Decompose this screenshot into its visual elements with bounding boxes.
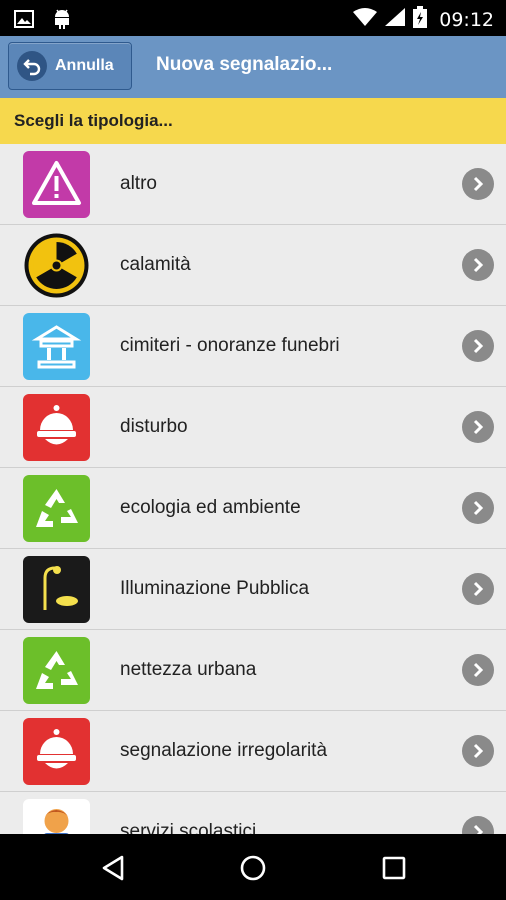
- list-item-label: calamità: [120, 254, 191, 275]
- list-item-label: segnalazione irregolarità: [120, 740, 328, 761]
- cancel-button[interactable]: Annulla: [8, 42, 132, 90]
- recycle-icon: [23, 475, 90, 542]
- list-item[interactable]: disturbo: [0, 387, 506, 468]
- recents-nav-icon[interactable]: [377, 851, 411, 885]
- street-lamp-icon: [23, 556, 90, 623]
- list-item[interactable]: nettezza urbana: [0, 630, 506, 711]
- list-item[interactable]: ecologia ed ambiente: [0, 468, 506, 549]
- battery-icon: [413, 6, 428, 33]
- warning-icon: [23, 151, 90, 218]
- section-header: Scegli la tipologia...: [0, 98, 506, 144]
- list-item-label: altro: [120, 173, 157, 194]
- chevron-right-icon: [462, 735, 494, 767]
- chevron-right-icon: [462, 816, 494, 834]
- page-title: Nuova segnalazio...: [156, 54, 333, 75]
- app-bar: Annulla Nuova segnalazio...: [0, 36, 506, 99]
- list-item-label: cimiteri - onoranze funebri: [120, 335, 340, 356]
- temple-icon: [23, 313, 90, 380]
- chevron-right-icon: [462, 492, 494, 524]
- recycle-icon: [23, 637, 90, 704]
- school-child-icon: [23, 799, 90, 834]
- navigation-bar: [0, 834, 506, 900]
- chevron-right-icon: [462, 573, 494, 605]
- home-nav-icon[interactable]: [236, 851, 270, 885]
- chevron-right-icon: [462, 411, 494, 443]
- list-item[interactable]: calamità: [0, 225, 506, 306]
- status-bar: 09:12: [0, 0, 506, 36]
- list-item[interactable]: altro: [0, 144, 506, 225]
- image-icon: [14, 10, 34, 33]
- undo-icon: [17, 51, 47, 81]
- police-helmet-icon: [23, 394, 90, 461]
- clock: 09:12: [439, 8, 494, 31]
- wifi-icon: [353, 8, 378, 31]
- list-item-label: disturbo: [120, 416, 188, 437]
- chevron-right-icon: [462, 168, 494, 200]
- cancel-button-label: Annulla: [55, 57, 114, 74]
- list-item-label: ecologia ed ambiente: [120, 497, 301, 518]
- list-item[interactable]: servizi scolastici: [0, 792, 506, 834]
- chevron-right-icon: [462, 249, 494, 281]
- chevron-right-icon: [462, 654, 494, 686]
- chevron-right-icon: [462, 330, 494, 362]
- android-debug-icon: [52, 8, 72, 35]
- list-item-label: servizi scolastici: [120, 821, 257, 834]
- radiation-icon: [23, 232, 90, 299]
- police-helmet-icon: [23, 718, 90, 785]
- list-item[interactable]: Illuminazione Pubblica: [0, 549, 506, 630]
- list-item[interactable]: cimiteri - onoranze funebri: [0, 306, 506, 387]
- list-item[interactable]: segnalazione irregolarità: [0, 711, 506, 792]
- signal-icon: [385, 8, 406, 31]
- back-nav-icon[interactable]: [96, 851, 130, 885]
- list-item-label: nettezza urbana: [120, 659, 257, 680]
- list-item-label: Illuminazione Pubblica: [120, 578, 310, 599]
- category-list: altro calamità cimiteri - onoranze funeb…: [0, 144, 506, 834]
